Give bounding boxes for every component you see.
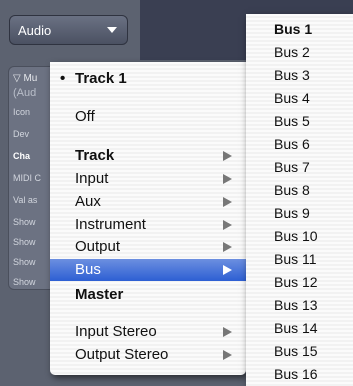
menu-item-track[interactable]: Track xyxy=(50,145,246,167)
inspector-label-channel: Cha xyxy=(13,151,31,161)
menu-item-label: Off xyxy=(75,108,95,125)
chevron-down-icon xyxy=(107,27,117,33)
submenu-arrow-icon xyxy=(223,197,232,207)
bus-item[interactable]: Bus 9 xyxy=(246,202,353,224)
menu-item-current-track[interactable]: • Track 1 xyxy=(50,68,246,90)
menu-item-label: Output xyxy=(75,238,121,255)
inspector-label-show-1: Show xyxy=(13,217,36,227)
audio-type-select[interactable]: Audio xyxy=(9,15,128,45)
checkmark-bullet-icon: • xyxy=(60,70,66,87)
bus-item[interactable]: Bus 15 xyxy=(246,340,353,362)
menu-item-label: Input xyxy=(75,170,109,187)
menu-item-label: Aux xyxy=(75,193,101,210)
menu-item-label: Master xyxy=(75,286,124,303)
bus-item[interactable]: Bus 11 xyxy=(246,248,353,270)
bus-item[interactable]: Bus 12 xyxy=(246,271,353,293)
menu-item-instrument[interactable]: Instrument xyxy=(50,214,246,236)
bus-item[interactable]: Bus 4 xyxy=(246,87,353,109)
menu-item-output-stereo[interactable]: Output Stereo xyxy=(50,344,246,366)
bus-item[interactable]: Bus 1 xyxy=(246,18,353,40)
inspector-subtitle: (Aud xyxy=(13,87,37,99)
menu-item-label: Bus xyxy=(75,261,101,278)
menu-item-off[interactable]: Off xyxy=(50,106,246,128)
channel-context-menu: • Track 1 Off Track Input Aux Instrument… xyxy=(50,62,246,375)
bus-item[interactable]: Bus 2 xyxy=(246,41,353,63)
menu-item-input-stereo[interactable]: Input Stereo xyxy=(50,321,246,343)
inspector-label-show-3: Show xyxy=(13,257,36,267)
audio-select-label: Audio xyxy=(18,22,52,38)
bus-item[interactable]: Bus 6 xyxy=(246,133,353,155)
menu-item-input[interactable]: Input xyxy=(50,168,246,190)
inspector-label-show-2: Show xyxy=(13,237,36,247)
inspector-label-show-4: Show xyxy=(13,277,36,287)
bus-item[interactable]: Bus 3 xyxy=(246,64,353,86)
submenu-arrow-icon xyxy=(223,220,232,230)
menu-item-label: Track xyxy=(75,147,115,164)
menu-item-master[interactable]: Master xyxy=(50,284,246,306)
inspector-title[interactable]: ▽ Mu xyxy=(13,73,37,84)
menu-item-label: Track 1 xyxy=(75,70,127,87)
menu-item-label: Output Stereo xyxy=(75,346,169,363)
bus-item[interactable]: Bus 8 xyxy=(246,179,353,201)
menu-item-output[interactable]: Output xyxy=(50,236,246,258)
bus-item[interactable]: Bus 7 xyxy=(246,156,353,178)
inspector-label-device: Dev xyxy=(13,129,30,139)
bus-item[interactable]: Bus 13 xyxy=(246,294,353,316)
submenu-arrow-icon xyxy=(223,151,232,161)
submenu-arrow-icon xyxy=(223,242,232,252)
inspector-label-midi: MIDI C xyxy=(13,173,41,183)
bus-item[interactable]: Bus 10 xyxy=(246,225,353,247)
menu-item-bus[interactable]: Bus xyxy=(50,259,246,281)
bus-submenu: Bus 1 Bus 2 Bus 3 Bus 4 Bus 5 Bus 6 Bus … xyxy=(246,14,353,386)
inspector-label-val: Val as xyxy=(13,195,38,205)
inspector-label-icon: Icon xyxy=(13,107,31,117)
menu-item-aux[interactable]: Aux xyxy=(50,191,246,213)
bus-item[interactable]: Bus 14 xyxy=(246,317,353,339)
submenu-arrow-icon xyxy=(223,327,232,337)
menu-item-label: Instrument xyxy=(75,216,146,233)
menu-item-label: Input Stereo xyxy=(75,323,157,340)
submenu-arrow-icon xyxy=(223,350,232,360)
submenu-arrow-icon xyxy=(223,174,232,184)
bus-item[interactable]: Bus 5 xyxy=(246,110,353,132)
bus-item[interactable]: Bus 16 xyxy=(246,363,353,385)
submenu-arrow-icon xyxy=(223,265,232,275)
